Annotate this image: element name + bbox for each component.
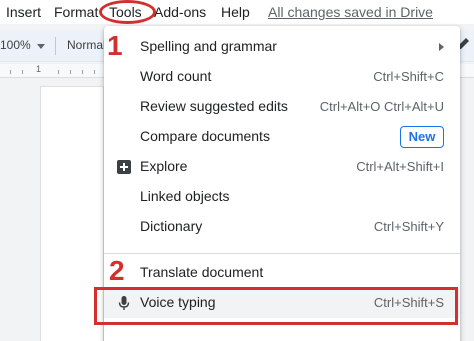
menu-item-translate-document[interactable]: Translate document xyxy=(104,258,460,288)
ruler-tick xyxy=(70,70,71,74)
menu-item-explore[interactable]: Explore Ctrl+Alt+Shift+I xyxy=(104,152,460,182)
menu-item-review-suggested-edits[interactable]: Review suggested edits Ctrl+Alt+O Ctrl+A… xyxy=(104,92,460,122)
save-status-link[interactable]: All changes saved in Drive xyxy=(268,4,433,20)
menubar: Insert Format Add-ons Help All changes s… xyxy=(0,0,474,24)
menu-item-label: Explore xyxy=(140,158,188,174)
annotation-circle xyxy=(99,0,156,24)
menu-item-label: Spelling and grammar xyxy=(140,38,277,54)
menu-item-word-count[interactable]: Word count Ctrl+Shift+C xyxy=(104,62,460,92)
menu-insert[interactable]: Insert xyxy=(6,4,41,20)
new-badge: New xyxy=(400,126,444,148)
menu-item-spelling-grammar[interactable]: Spelling and grammar xyxy=(104,32,460,62)
menu-item-shortcut: Ctrl+Shift+C xyxy=(373,69,444,84)
ruler-tick xyxy=(10,70,11,74)
menu-item-label: Compare documents xyxy=(140,128,270,144)
menu-item-label: Dictionary xyxy=(140,218,203,234)
menu-item-dictionary[interactable]: Dictionary Ctrl+Shift+Y xyxy=(104,212,460,242)
ruler-tick xyxy=(58,70,59,74)
step-1-annotation: 1 xyxy=(107,30,123,61)
ruler-number: 1 xyxy=(36,64,42,74)
menu-add-ons[interactable]: Add-ons xyxy=(154,4,206,20)
ruler-tick xyxy=(82,70,83,74)
toolbar-divider xyxy=(55,37,56,55)
submenu-arrow-icon xyxy=(439,43,444,51)
zoom-select[interactable]: 100% xyxy=(0,38,31,52)
annotation-highlight-box xyxy=(94,287,458,325)
menu-separator xyxy=(104,253,460,254)
ruler-tick xyxy=(94,70,95,74)
google-docs-window: Insert Format Add-ons Help All changes s… xyxy=(0,0,474,341)
menu-item-label: Translate document xyxy=(140,264,264,280)
paragraph-style-select[interactable]: Normal xyxy=(67,38,106,52)
menu-item-label: Linked objects xyxy=(140,188,230,204)
zoom-chevron-down-icon[interactable] xyxy=(37,44,45,49)
menu-format[interactable]: Format xyxy=(54,4,98,20)
menu-item-shortcut: Ctrl+Alt+Shift+I xyxy=(356,159,444,174)
menu-item-shortcut: Ctrl+Alt+O Ctrl+Alt+U xyxy=(319,99,444,114)
menu-item-shortcut: Ctrl+Shift+Y xyxy=(373,219,444,234)
step-2-annotation: 2 xyxy=(109,255,125,286)
menu-help[interactable]: Help xyxy=(221,4,250,20)
menu-item-linked-objects[interactable]: Linked objects xyxy=(104,182,460,212)
ruler-tick xyxy=(22,70,23,74)
menu-item-label: Word count xyxy=(140,68,212,84)
explore-plus-icon xyxy=(117,160,131,174)
menu-item-compare-documents[interactable]: Compare documents New xyxy=(104,122,460,152)
menu-item-label: Review suggested edits xyxy=(140,98,288,114)
